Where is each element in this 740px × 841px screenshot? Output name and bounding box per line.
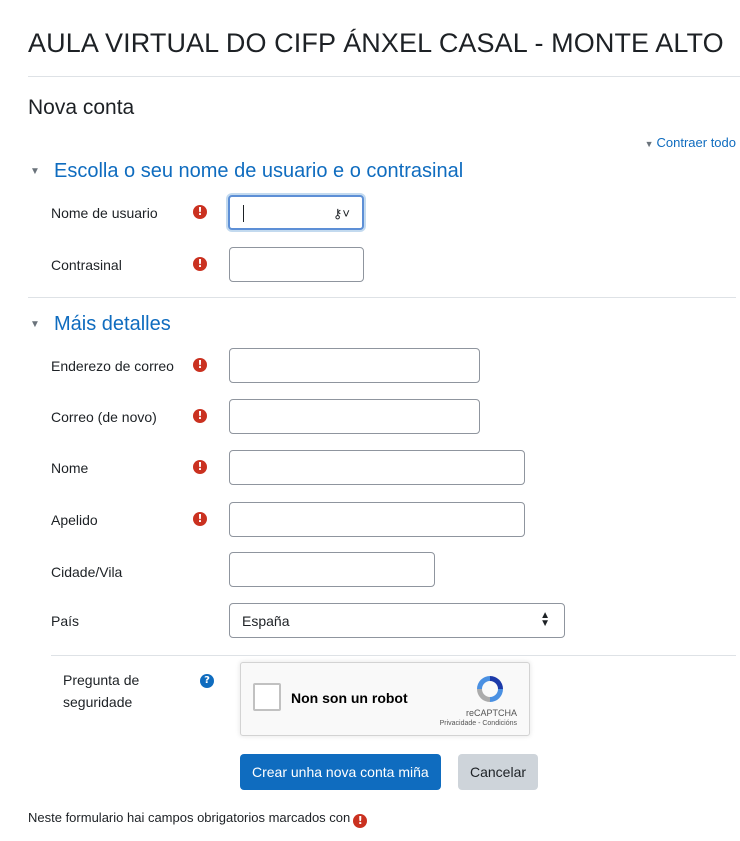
captcha-divider	[51, 655, 736, 656]
recaptcha-links[interactable]: Privacidade - Condicións	[440, 720, 517, 727]
required-icon: !	[193, 358, 207, 372]
section-title: Máis detalles	[54, 313, 171, 335]
country-select[interactable]: España ▲ ▼	[229, 603, 565, 638]
cancel-button[interactable]: Cancelar	[458, 754, 539, 790]
country-label: País	[51, 613, 80, 629]
firstname-label: Nome	[51, 460, 89, 476]
recaptcha-widget: Non son un robot reCAPTCHA Privacidade -…	[240, 662, 530, 736]
required-icon: !	[193, 205, 207, 219]
collapse-all-label: Contraer todo	[656, 135, 737, 150]
username-label: Nome de usuario	[51, 205, 158, 221]
required-icon: !	[193, 409, 207, 423]
lastname-label: Apelido	[51, 512, 98, 528]
lastname-input[interactable]	[229, 502, 525, 537]
recaptcha-checkbox[interactable]	[253, 683, 281, 711]
help-icon[interactable]: ?	[200, 674, 214, 688]
text-cursor	[243, 205, 244, 222]
collapse-all-link[interactable]: ▼ Contraer todo	[645, 135, 736, 150]
security-question-label-line2: seguridade	[63, 694, 133, 710]
city-label: Cidade/Vila	[51, 564, 123, 580]
required-fields-note: Neste formulario hai campos obrigatorios…	[28, 810, 368, 828]
section-title: Escolla o seu nome de usuario e o contra…	[54, 160, 464, 182]
required-icon: !	[193, 257, 207, 271]
email-input[interactable]	[229, 348, 480, 383]
email-again-input[interactable]	[229, 399, 480, 434]
required-icon: !	[193, 460, 207, 474]
caret-down-icon: ▼	[30, 319, 40, 330]
password-input[interactable]	[229, 247, 364, 282]
section-header-more-details[interactable]: ▼ Máis detalles	[30, 313, 171, 336]
password-label: Contrasinal	[51, 257, 122, 273]
header-divider	[28, 76, 740, 77]
section-header-username-password[interactable]: ▼ Escolla o seu nome de usuario e o contr…	[30, 160, 463, 183]
section-divider	[28, 297, 736, 298]
caret-down-icon: ▼	[30, 166, 40, 177]
site-title: AULA VIRTUAL DO CIFP ÁNXEL CASAL - MONTE…	[28, 28, 724, 58]
required-fields-note-text: Neste formulario hai campos obrigatorios…	[28, 810, 351, 825]
page-title: Nova conta	[28, 96, 135, 119]
firstname-input[interactable]	[229, 450, 525, 485]
username-input[interactable]: ⚷˅	[228, 195, 364, 230]
caret-down-icon: ▼	[644, 139, 654, 149]
city-input[interactable]	[229, 552, 435, 587]
recaptcha-brand: reCAPTCHA	[465, 708, 517, 718]
email-again-label: Correo (de novo)	[51, 409, 157, 425]
required-icon: !	[353, 814, 368, 828]
select-arrows-icon: ▲ ▼	[540, 610, 550, 629]
email-label: Enderezo de correo	[51, 358, 174, 374]
recaptcha-label: Non son un robot	[291, 690, 408, 706]
recaptcha-logo-icon	[477, 676, 503, 702]
required-icon: !	[193, 512, 207, 526]
password-manager-key-icon[interactable]: ⚷˅	[333, 206, 350, 222]
create-account-button[interactable]: Crear unha nova conta miña	[240, 754, 441, 790]
security-question-label-line1: Pregunta de	[63, 672, 140, 688]
country-selected-value: España	[242, 613, 290, 629]
